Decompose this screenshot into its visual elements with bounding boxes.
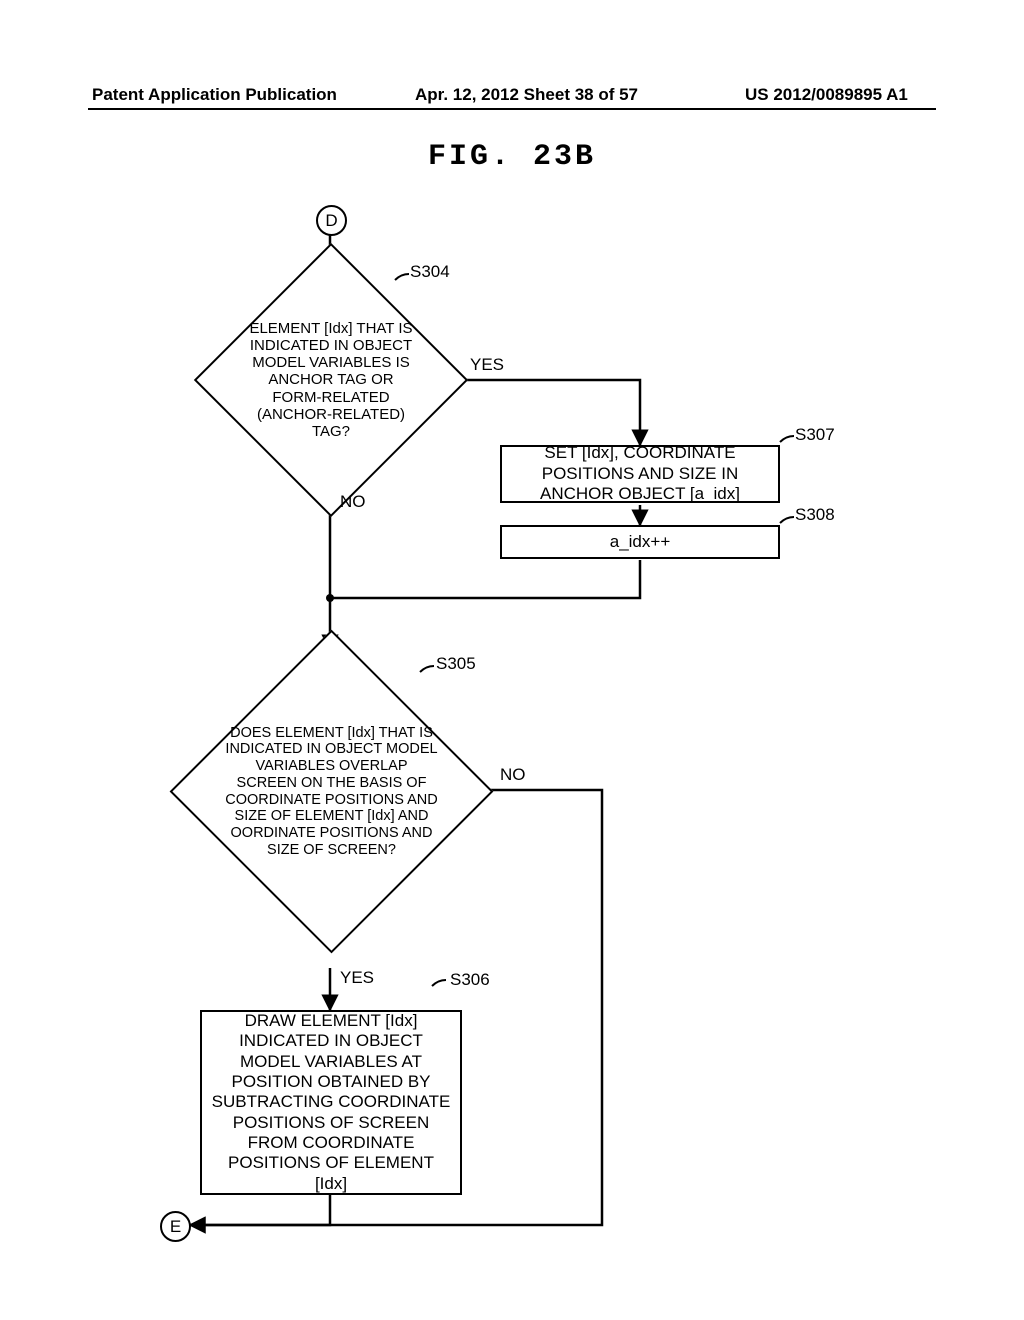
step-id-s306: S306 bbox=[450, 970, 490, 990]
header-date-sheet: Apr. 12, 2012 Sheet 38 of 57 bbox=[415, 85, 638, 105]
step-id-s308: S308 bbox=[795, 505, 835, 525]
flow-lines bbox=[0, 0, 1024, 1320]
process-s307: SET [Idx], COORDINATE POSITIONS AND SIZE… bbox=[500, 445, 780, 503]
patent-figure-page: Patent Application Publication Apr. 12, … bbox=[0, 0, 1024, 1320]
figure-title: FIG. 23B bbox=[0, 140, 1024, 174]
process-s307-text: SET [Idx], COORDINATE POSITIONS AND SIZE… bbox=[510, 443, 770, 504]
header-publication: Patent Application Publication bbox=[92, 85, 337, 105]
connector-d-label: D bbox=[325, 211, 337, 231]
process-s308-text: a_idx++ bbox=[610, 532, 671, 552]
header-rule bbox=[88, 108, 936, 110]
decision-s304: ELEMENT [Idx] THAT IS INDICATED IN OBJEC… bbox=[194, 243, 468, 517]
s305-yes-label: YES bbox=[340, 968, 374, 988]
step-id-s305: S305 bbox=[436, 654, 476, 674]
process-s308: a_idx++ bbox=[500, 525, 780, 559]
step-id-s307: S307 bbox=[795, 425, 835, 445]
connector-e-label: E bbox=[170, 1217, 181, 1237]
s304-yes-label: YES bbox=[470, 355, 504, 375]
decision-s304-text: ELEMENT [Idx] THAT IS INDICATED IN OBJEC… bbox=[242, 320, 420, 441]
header-pub-number: US 2012/0089895 A1 bbox=[745, 85, 908, 105]
decision-s305: DOES ELEMENT [Idx] THAT IS INDICATED IN … bbox=[170, 630, 494, 954]
s304-no-label: NO bbox=[340, 492, 366, 512]
connector-d: D bbox=[316, 205, 347, 236]
process-s306-text: DRAW ELEMENT [Idx] INDICATED IN OBJECT M… bbox=[210, 1011, 452, 1195]
process-s306: DRAW ELEMENT [Idx] INDICATED IN OBJECT M… bbox=[200, 1010, 462, 1195]
s305-no-label: NO bbox=[500, 765, 526, 785]
step-id-s304: S304 bbox=[410, 262, 450, 282]
connector-e: E bbox=[160, 1211, 191, 1242]
decision-s305-text: DOES ELEMENT [Idx] THAT IS INDICATED IN … bbox=[225, 725, 438, 858]
